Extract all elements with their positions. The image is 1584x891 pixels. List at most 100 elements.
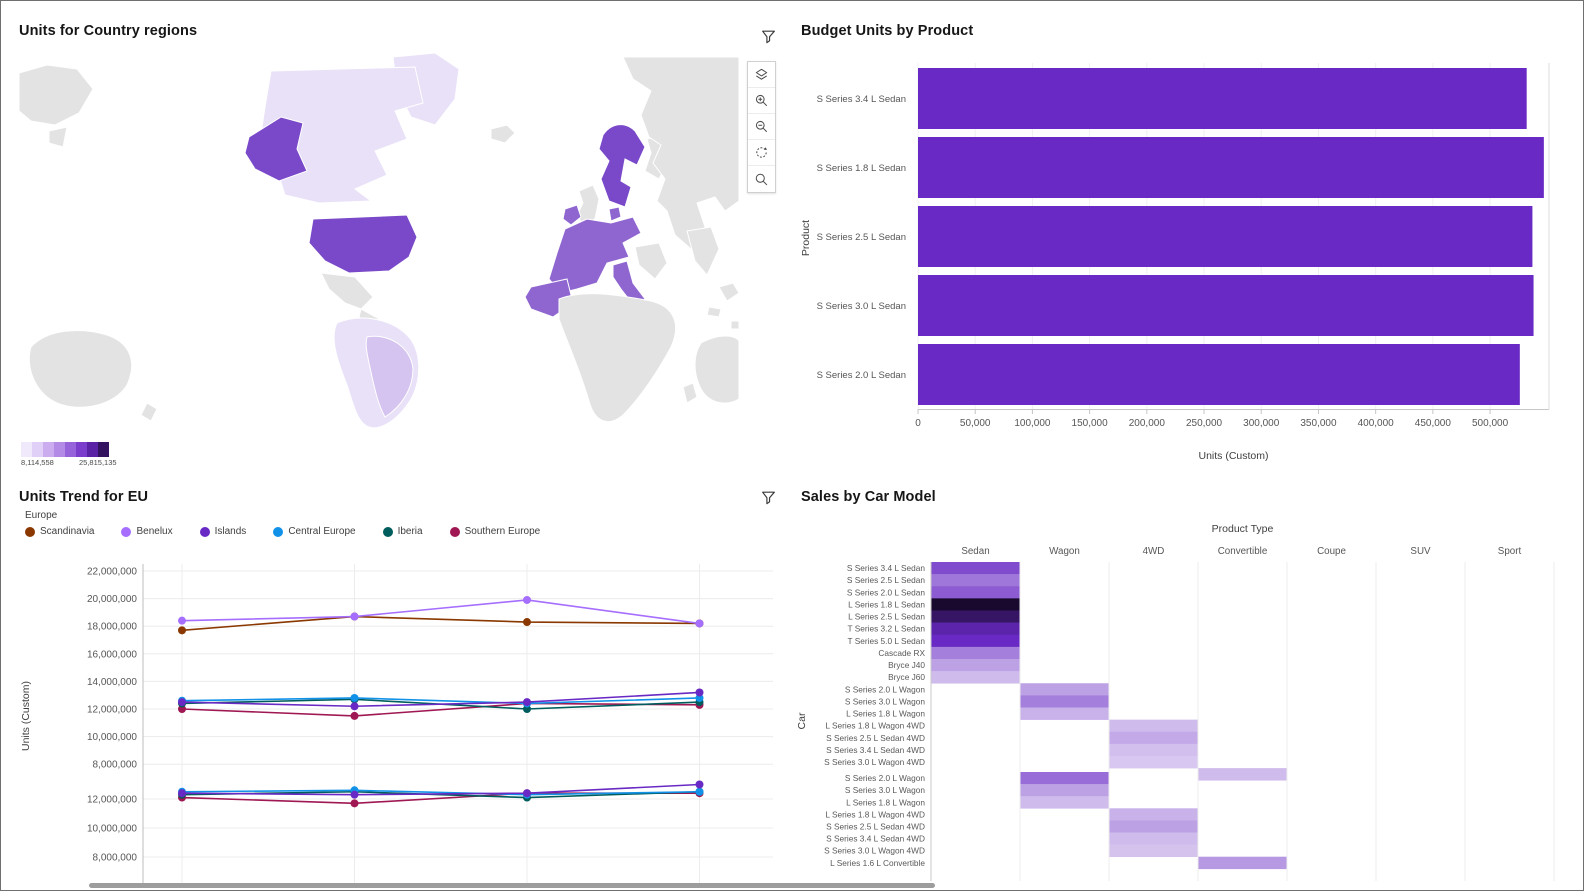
- map-region: [563, 205, 581, 225]
- svg-text:SUV: SUV: [1410, 546, 1431, 557]
- svg-text:8,000,000: 8,000,000: [93, 853, 138, 864]
- svg-text:Product Type: Product Type: [1212, 523, 1274, 535]
- svg-text:L Series 1.8 L Wagon 4WD: L Series 1.8 L Wagon 4WD: [825, 721, 925, 731]
- map-region: [695, 336, 739, 403]
- svg-text:S Series 3.0 L Wagon 4WD: S Series 3.0 L Wagon 4WD: [824, 846, 925, 856]
- svg-text:S Series 1.8 L Sedan: S Series 1.8 L Sedan: [817, 163, 906, 174]
- svg-text:Sport: Sport: [1498, 546, 1522, 557]
- svg-text:Sedan: Sedan: [961, 546, 989, 557]
- svg-text:150,000: 150,000: [1072, 418, 1109, 429]
- legend-max-value: 25,815,135: [79, 458, 117, 467]
- legend-min-value: 8,114,558: [21, 458, 54, 467]
- svg-text:Convertible: Convertible: [1218, 546, 1268, 557]
- map-region: [683, 383, 697, 403]
- svg-text:18,000,000: 18,000,000: [87, 622, 137, 633]
- map-region: [609, 207, 621, 221]
- svg-text:S Series 2.5 L Sedan 4WD: S Series 2.5 L Sedan 4WD: [826, 821, 925, 831]
- map-region: [141, 403, 157, 421]
- svg-text:300,000: 300,000: [1243, 418, 1280, 429]
- svg-text:S Series 2.0 L Sedan: S Series 2.0 L Sedan: [817, 370, 906, 381]
- map-region: [599, 125, 645, 207]
- map-region: [29, 331, 131, 408]
- svg-text:200,000: 200,000: [1129, 418, 1166, 429]
- svg-text:Coupe: Coupe: [1317, 546, 1346, 557]
- heatmap-chart[interactable]: Product Type Sedan Wagon 4WD Convertible Coup…: [791, 479, 1584, 891]
- dashboard: Units for Country regions: [0, 0, 1584, 891]
- svg-text:100,000: 100,000: [1014, 418, 1051, 429]
- svg-text:T Series 5.0 L Sedan: T Series 5.0 L Sedan: [848, 636, 926, 646]
- map-toolbar: [747, 61, 776, 193]
- svg-text:L Series 1.6 L Convertible: L Series 1.6 L Convertible: [830, 858, 925, 868]
- svg-text:Product: Product: [800, 220, 812, 256]
- svg-text:S Series 3.0 L Sedan: S Series 3.0 L Sedan: [817, 301, 906, 312]
- svg-text:L Series 1.8 L Wagon: L Series 1.8 L Wagon: [846, 797, 925, 807]
- svg-text:Car: Car: [796, 712, 808, 729]
- svg-text:Wagon: Wagon: [1049, 546, 1080, 557]
- panel-map: Units for Country regions: [1, 1, 791, 479]
- zoom-in-icon[interactable]: [748, 88, 775, 114]
- zoom-out-icon[interactable]: [748, 114, 775, 140]
- horizontal-scrollbar-thumb[interactable]: [89, 883, 935, 888]
- svg-text:S Series 3.4 L Sedan 4WD: S Series 3.4 L Sedan 4WD: [826, 745, 925, 755]
- map-region: [635, 243, 667, 279]
- map-color-legend: 8,114,558 25,815,135: [21, 442, 161, 467]
- map-panel-title: Units for Country regions: [19, 23, 197, 39]
- map-region: [719, 283, 739, 301]
- svg-text:S Series 2.0 L Wagon: S Series 2.0 L Wagon: [845, 773, 925, 783]
- svg-text:S Series 2.5 L Sedan: S Series 2.5 L Sedan: [847, 575, 925, 585]
- svg-text:Bryce J40: Bryce J40: [888, 660, 925, 670]
- svg-text:S Series 3.4 L Sedan: S Series 3.4 L Sedan: [817, 94, 906, 105]
- line-chart[interactable]: 22,000,00020,000,00018,000,00016,000,000…: [1, 479, 791, 891]
- svg-text:250,000: 250,000: [1186, 418, 1223, 429]
- map-region: [559, 294, 676, 422]
- svg-text:Units (Custom): Units (Custom): [20, 681, 32, 751]
- map-region: [49, 127, 67, 147]
- svg-text:S Series 2.5 L Sedan 4WD: S Series 2.5 L Sedan 4WD: [826, 733, 925, 743]
- svg-text:20,000,000: 20,000,000: [87, 594, 137, 605]
- color-ramp: [21, 442, 109, 457]
- map-region: [321, 273, 373, 309]
- svg-text:L Series 1.8 L Wagon 4WD: L Series 1.8 L Wagon 4WD: [825, 809, 925, 819]
- svg-text:12,000,000: 12,000,000: [87, 795, 137, 806]
- svg-text:0: 0: [915, 418, 921, 429]
- svg-text:L Series 1.8 L Sedan: L Series 1.8 L Sedan: [848, 599, 925, 609]
- svg-text:Units (Custom): Units (Custom): [1198, 450, 1268, 462]
- panel-heatmap: Sales by Car Model Product TypeSedanWago…: [791, 479, 1584, 891]
- svg-text:8,000,000: 8,000,000: [93, 760, 138, 771]
- bar-chart[interactable]: S Series 3.4 L Sedan S Series 1.8 L Sedan…: [791, 1, 1584, 479]
- map-region: [19, 65, 93, 125]
- svg-text:S Series 2.0 L Wagon: S Series 2.0 L Wagon: [845, 684, 925, 694]
- svg-text:T Series 3.2 L Sedan: T Series 3.2 L Sedan: [848, 624, 926, 634]
- svg-text:22,000,000: 22,000,000: [87, 567, 137, 578]
- svg-text:S Series 3.4 L Sedan 4WD: S Series 3.4 L Sedan 4WD: [826, 834, 925, 844]
- svg-text:S Series 3.4 L Sedan: S Series 3.4 L Sedan: [847, 563, 925, 573]
- svg-text:12,000,000: 12,000,000: [87, 705, 137, 716]
- map-region: [309, 215, 417, 273]
- svg-text:S Series 2.0 L Sedan: S Series 2.0 L Sedan: [847, 587, 925, 597]
- filter-icon[interactable]: [760, 28, 778, 46]
- svg-text:14,000,000: 14,000,000: [87, 677, 137, 688]
- svg-text:50,000: 50,000: [960, 418, 991, 429]
- svg-text:4WD: 4WD: [1143, 546, 1165, 557]
- reset-icon[interactable]: [748, 140, 775, 166]
- svg-text:450,000: 450,000: [1415, 418, 1452, 429]
- world-map[interactable]: [19, 51, 739, 431]
- svg-text:S Series 2.5 L Sedan: S Series 2.5 L Sedan: [817, 232, 906, 243]
- svg-text:S Series 3.0 L Wagon: S Series 3.0 L Wagon: [845, 696, 925, 706]
- svg-text:400,000: 400,000: [1358, 418, 1395, 429]
- svg-text:10,000,000: 10,000,000: [87, 824, 137, 835]
- layers-icon[interactable]: [748, 62, 775, 88]
- map-region: [707, 307, 721, 317]
- map-region: [491, 125, 515, 143]
- svg-text:10,000,000: 10,000,000: [87, 732, 137, 743]
- map-region: [687, 227, 719, 275]
- svg-text:350,000: 350,000: [1300, 418, 1337, 429]
- svg-text:L Series 2.5 L Sedan: L Series 2.5 L Sedan: [848, 612, 925, 622]
- svg-text:Cascade RX: Cascade RX: [878, 648, 925, 658]
- map-region: [731, 321, 739, 329]
- svg-text:500,000: 500,000: [1472, 418, 1509, 429]
- panel-bar-chart: Budget Units by Product S Series 3.4 L S…: [791, 1, 1584, 479]
- svg-text:S Series 3.0 L Wagon 4WD: S Series 3.0 L Wagon 4WD: [824, 757, 925, 767]
- panel-line-chart: Units Trend for EU Europe ScandinaviaBen…: [1, 479, 791, 891]
- search-icon[interactable]: [748, 166, 775, 192]
